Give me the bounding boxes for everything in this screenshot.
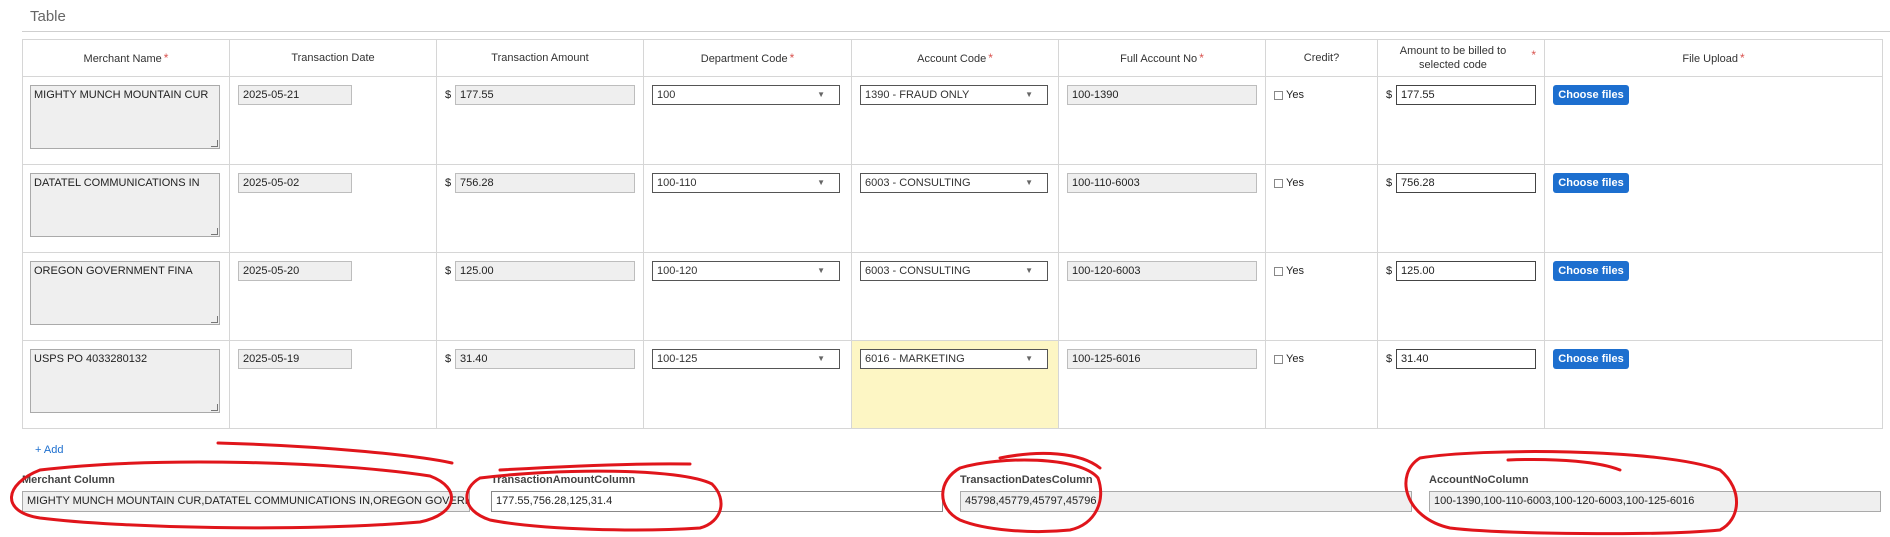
amount-billed-input[interactable]: 125.00 bbox=[1396, 261, 1536, 281]
header-department-code: Department Code * bbox=[643, 39, 852, 77]
department-code-select[interactable]: 100-110 ▼ bbox=[652, 173, 840, 193]
chevron-down-icon: ▼ bbox=[1025, 266, 1033, 275]
full-account-no-field: 100-120-6003 bbox=[1067, 261, 1257, 281]
merchant-name-textarea[interactable]: DATATEL COMMUNICATIONS IN bbox=[30, 173, 220, 237]
chevron-down-icon: ▼ bbox=[817, 90, 825, 99]
transaction-date-field: 2025-05-02 bbox=[238, 173, 352, 193]
required-marker: * bbox=[1199, 50, 1204, 65]
amount-billed-input[interactable]: 756.28 bbox=[1396, 173, 1536, 193]
chevron-down-icon: ▼ bbox=[817, 178, 825, 187]
chevron-down-icon: ▼ bbox=[1025, 354, 1033, 363]
table-header-row: Merchant Name * Transaction Date Transact… bbox=[22, 39, 1883, 77]
currency-symbol: $ bbox=[1386, 177, 1393, 189]
required-marker: * bbox=[163, 50, 169, 65]
annotation-stroke bbox=[498, 462, 692, 472]
transaction-amount-column-field[interactable]: 177.55,756.28,125,31.4 bbox=[491, 491, 943, 512]
choose-files-button[interactable]: Choose files bbox=[1553, 349, 1629, 369]
account-code-select[interactable]: 1390 - FRAUD ONLY ▼ bbox=[860, 85, 1048, 105]
amount-billed-input[interactable]: 31.40 bbox=[1396, 349, 1536, 369]
currency-symbol: $ bbox=[1386, 265, 1393, 277]
transaction-dates-column-label: TransactionDatesColumn bbox=[960, 474, 1093, 486]
header-file-upload: File Upload * bbox=[1544, 39, 1883, 77]
transaction-date-field: 2025-05-21 bbox=[238, 85, 352, 105]
transaction-amount-field: 756.28 bbox=[455, 173, 635, 193]
currency-symbol: $ bbox=[445, 353, 452, 365]
table-row: MIGHTY MUNCH MOUNTAIN CUR 2025-05-21 $17… bbox=[22, 76, 1883, 165]
chevron-down-icon: ▼ bbox=[817, 266, 825, 275]
transaction-amount-column-label: TransactionAmountColumn bbox=[491, 474, 636, 486]
merchant-column-label: Merchant Column bbox=[22, 474, 115, 486]
credit-checkbox[interactable]: Yes bbox=[1274, 177, 1304, 189]
table-row: USPS PO 4033280132 2025-05-19 $31.40 100… bbox=[22, 340, 1883, 429]
add-row-link[interactable]: + Add bbox=[35, 444, 63, 456]
merchant-name-textarea[interactable]: OREGON GOVERNMENT FINA bbox=[30, 261, 220, 325]
merchant-name-textarea[interactable]: MIGHTY MUNCH MOUNTAIN CUR bbox=[30, 85, 220, 149]
full-account-no-field: 100-110-6003 bbox=[1067, 173, 1257, 193]
header-credit: Credit? bbox=[1265, 39, 1378, 77]
account-code-select[interactable]: 6016 - MARKETING ▼ bbox=[860, 349, 1048, 369]
credit-checkbox[interactable]: Yes bbox=[1274, 89, 1304, 101]
chevron-down-icon: ▼ bbox=[817, 354, 825, 363]
annotation-stroke bbox=[998, 451, 1102, 470]
transaction-amount-field: 177.55 bbox=[455, 85, 635, 105]
checkbox-icon[interactable] bbox=[1274, 354, 1283, 364]
department-code-select[interactable]: 100-125 ▼ bbox=[652, 349, 840, 369]
account-code-select[interactable]: 6003 - CONSULTING ▼ bbox=[860, 261, 1048, 281]
account-code-select[interactable]: 6003 - CONSULTING ▼ bbox=[860, 173, 1048, 193]
currency-symbol: $ bbox=[445, 89, 452, 101]
section-divider bbox=[22, 31, 1890, 32]
credit-label: Yes bbox=[1286, 177, 1304, 189]
credit-label: Yes bbox=[1286, 353, 1304, 365]
transaction-amount-field: 31.40 bbox=[455, 349, 635, 369]
department-code-select[interactable]: 100 ▼ bbox=[652, 85, 840, 105]
annotation-stroke bbox=[216, 441, 454, 465]
annotation-stroke bbox=[1506, 457, 1622, 472]
required-marker: * bbox=[1531, 48, 1536, 62]
chevron-down-icon: ▼ bbox=[1025, 90, 1033, 99]
required-marker: * bbox=[988, 50, 993, 65]
header-account-code: Account Code * bbox=[851, 39, 1059, 77]
full-account-no-field: 100-125-6016 bbox=[1067, 349, 1257, 369]
merchant-name-textarea[interactable]: USPS PO 4033280132 bbox=[30, 349, 220, 413]
chevron-down-icon: ▼ bbox=[1025, 178, 1033, 187]
transaction-date-field: 2025-05-19 bbox=[238, 349, 352, 369]
amount-billed-input[interactable]: 177.55 bbox=[1396, 85, 1536, 105]
table-row: DATATEL COMMUNICATIONS IN 2025-05-02 $75… bbox=[22, 164, 1883, 253]
transactions-table: Merchant Name * Transaction Date Transact… bbox=[22, 39, 1883, 429]
checkbox-icon[interactable] bbox=[1274, 90, 1283, 100]
transaction-dates-column-field: 45798,45779,45797,45796 bbox=[960, 491, 1412, 512]
credit-label: Yes bbox=[1286, 89, 1304, 101]
checkbox-icon[interactable] bbox=[1274, 266, 1283, 276]
credit-checkbox[interactable]: Yes bbox=[1274, 353, 1304, 365]
credit-checkbox[interactable]: Yes bbox=[1274, 265, 1304, 277]
checkbox-icon[interactable] bbox=[1274, 178, 1283, 188]
merchant-column-field: MIGHTY MUNCH MOUNTAIN CUR,DATATEL COMMUN… bbox=[22, 491, 470, 512]
header-full-account-no: Full Account No * bbox=[1058, 39, 1266, 77]
currency-symbol: $ bbox=[445, 265, 452, 277]
account-code-cell-highlighted: 6016 - MARKETING ▼ bbox=[851, 340, 1059, 429]
account-no-column-field: 100-1390,100-110-6003,100-120-6003,100-1… bbox=[1429, 491, 1881, 512]
header-merchant-name: Merchant Name * bbox=[22, 39, 230, 77]
account-no-column-label: AccountNoColumn bbox=[1429, 474, 1529, 486]
section-title: Table bbox=[30, 8, 66, 25]
required-marker: * bbox=[1739, 50, 1745, 65]
department-code-select[interactable]: 100-120 ▼ bbox=[652, 261, 840, 281]
credit-label: Yes bbox=[1286, 265, 1304, 277]
choose-files-button[interactable]: Choose files bbox=[1553, 173, 1629, 193]
choose-files-button[interactable]: Choose files bbox=[1553, 261, 1629, 281]
required-marker: * bbox=[789, 50, 795, 65]
choose-files-button[interactable]: Choose files bbox=[1553, 85, 1629, 105]
currency-symbol: $ bbox=[445, 177, 452, 189]
transaction-date-field: 2025-05-20 bbox=[238, 261, 352, 281]
full-account-no-field: 100-1390 bbox=[1067, 85, 1257, 105]
table-row: OREGON GOVERNMENT FINA 2025-05-20 $125.0… bbox=[22, 252, 1883, 341]
header-transaction-date: Transaction Date bbox=[229, 39, 437, 77]
transaction-amount-field: 125.00 bbox=[455, 261, 635, 281]
header-transaction-amount: Transaction Amount bbox=[436, 39, 644, 77]
currency-symbol: $ bbox=[1386, 353, 1393, 365]
currency-symbol: $ bbox=[1386, 89, 1393, 101]
header-amount-billed: Amount to be billed to selected code * bbox=[1377, 39, 1545, 77]
